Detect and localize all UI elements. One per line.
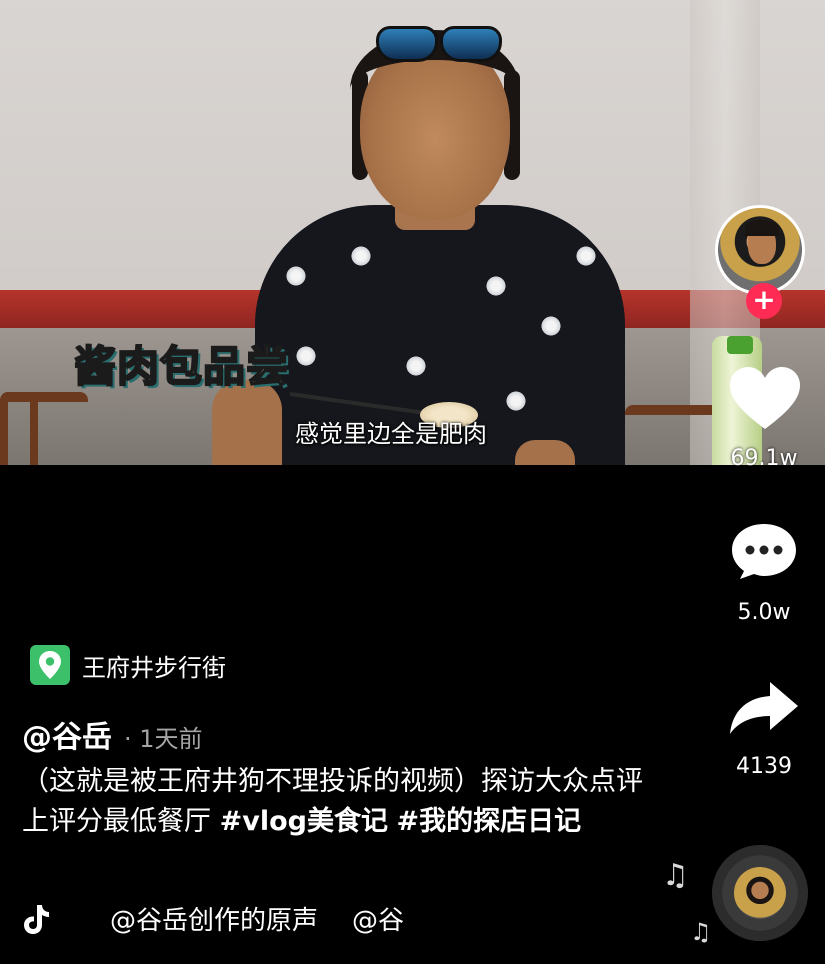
shirt-flower: [505, 390, 527, 412]
music-disc[interactable]: [712, 845, 808, 941]
music-disc-cover: [734, 867, 786, 919]
shirt-flower: [485, 275, 507, 297]
like-count: 69.1w: [730, 446, 798, 471]
location-tag[interactable]: 王府井步行街: [30, 645, 226, 685]
location-name: 王府井步行街: [82, 653, 226, 682]
author-handle[interactable]: @谷岳: [22, 712, 112, 756]
comment-count: 5.0w: [737, 600, 791, 625]
map-pin-icon: [30, 645, 70, 685]
video-title-overlay: 酱肉包品尝: [73, 341, 290, 392]
creator-avatar[interactable]: [715, 205, 805, 295]
video-player[interactable]: 酱肉包品尝 感觉里边全是肥肉: [0, 0, 825, 465]
hashtag-explore[interactable]: #我的探店日记: [397, 806, 582, 837]
avatar-hair: [745, 220, 779, 236]
sound-label-secondary: @谷: [352, 906, 405, 936]
shirt-flower: [285, 265, 307, 287]
music-note-icon: ♫: [662, 858, 689, 893]
bottle-cap: [727, 336, 753, 354]
person-hand: [515, 440, 575, 465]
tiktok-logo: [24, 904, 49, 934]
post-time: · 1天前: [124, 725, 203, 753]
share-count: 4139: [736, 754, 792, 779]
shirt-flower: [575, 245, 597, 267]
music-note-icon: ♫: [690, 918, 712, 946]
heart-icon[interactable]: [728, 365, 802, 431]
shirt-flower: [295, 345, 317, 367]
comment-icon[interactable]: [730, 522, 798, 580]
sunglasses-lens-right: [440, 26, 502, 62]
video-description[interactable]: （这就是被王府井狗不理投诉的视频）探访大众点评上评分最低餐厅 #vlog美食记 …: [22, 762, 662, 842]
shirt-flower: [540, 315, 562, 337]
shirt-flower: [405, 355, 427, 377]
share-icon[interactable]: [728, 680, 800, 736]
sound-label: @谷岳创作的原声: [110, 906, 319, 936]
sunglasses-lens-left: [376, 26, 438, 62]
music-bar[interactable]: @谷岳创作的原声 @谷: [22, 900, 438, 937]
author-line: @谷岳 · 1天前: [22, 712, 203, 756]
hashtag-vlog[interactable]: #vlog美食记: [220, 806, 388, 837]
follow-button[interactable]: +: [746, 283, 782, 319]
chair-left: [0, 392, 88, 465]
shirt-flower: [350, 245, 372, 267]
video-subtitle: 感觉里边全是肥肉: [295, 420, 487, 448]
